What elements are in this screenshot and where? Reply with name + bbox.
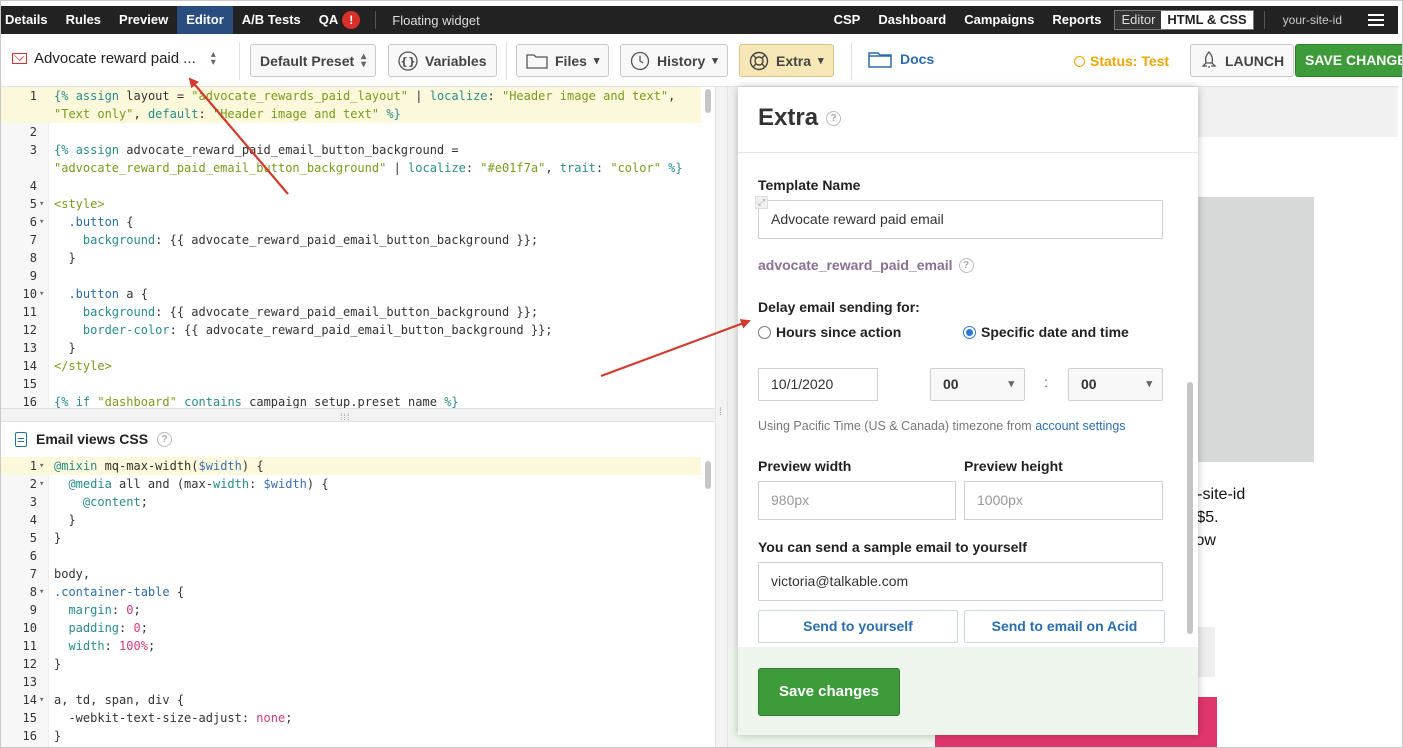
annotation-arrow bbox=[188, 77, 289, 195]
annotation-arrow bbox=[600, 319, 751, 378]
annotation-arrows bbox=[188, 77, 751, 378]
app-window: Details Rules Preview Editor A/B Tests Q… bbox=[0, 0, 1403, 748]
